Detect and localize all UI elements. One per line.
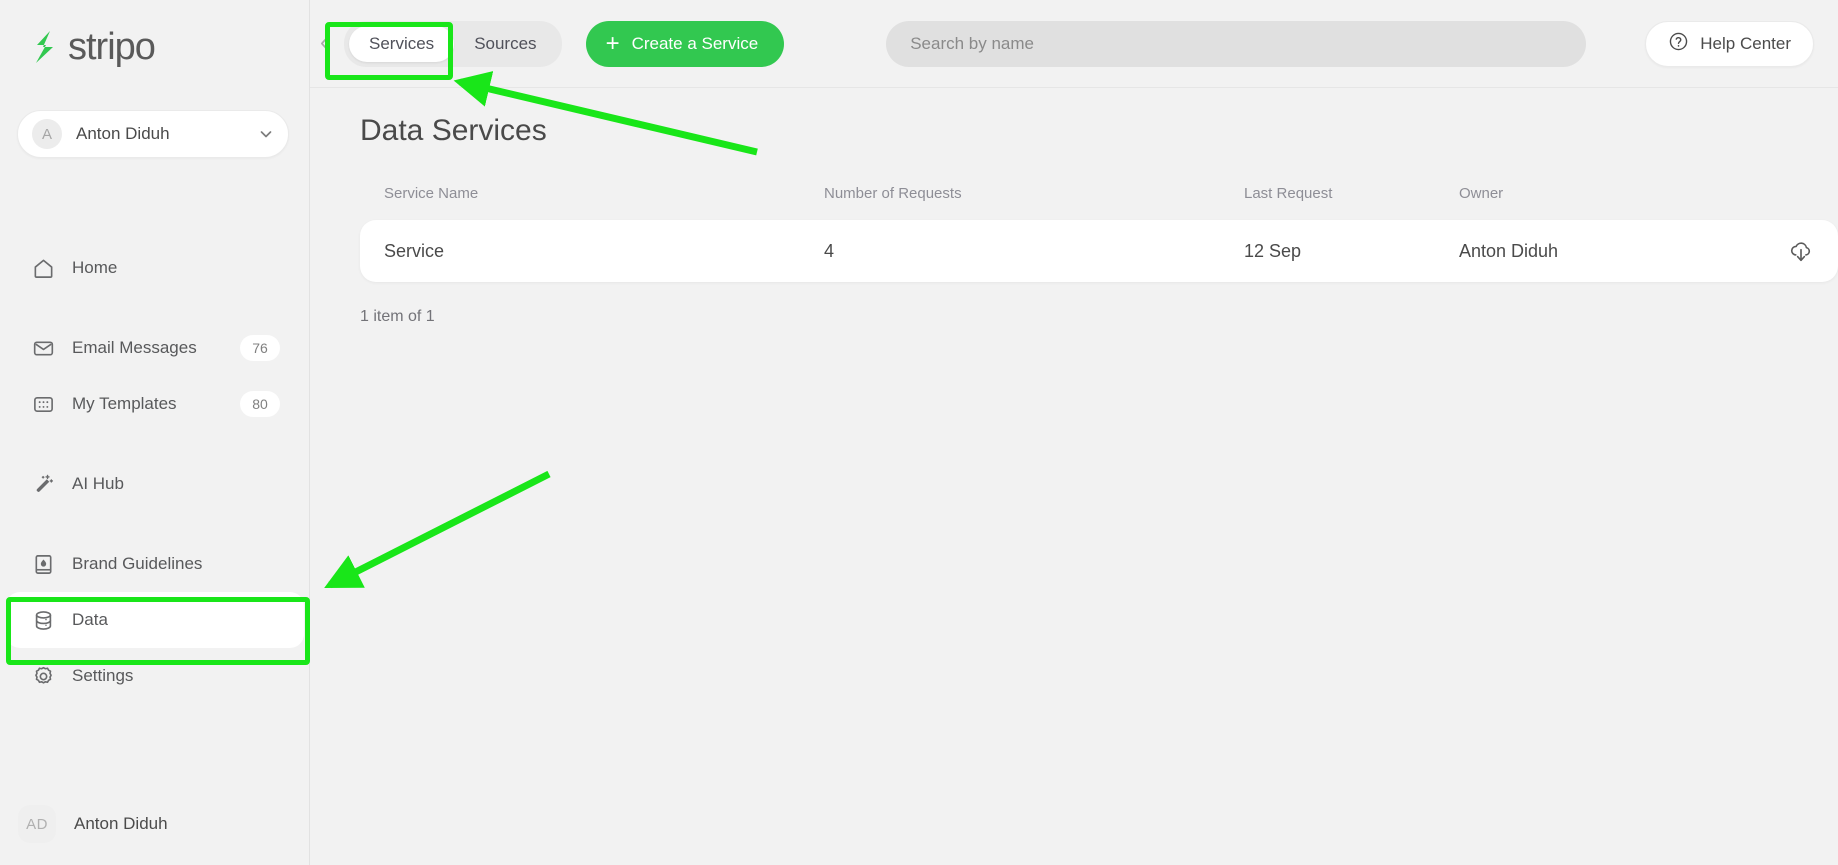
column-header-last-request: Last Request: [1244, 184, 1333, 202]
table-header-row: Service Name Number of Requests Last Req…: [360, 178, 1838, 208]
help-center-button[interactable]: Help Center: [1645, 20, 1814, 67]
gear-icon: [30, 663, 56, 689]
column-header-owner: Owner: [1459, 184, 1504, 202]
account-avatar: A: [32, 119, 62, 149]
top-bar: Services Sources + Create a Service Help…: [310, 0, 1838, 88]
sidebar-item-email-messages[interactable]: Email Messages 76: [6, 320, 304, 376]
book-brand-icon: [30, 551, 56, 577]
account-switcher[interactable]: A Anton Diduh: [17, 110, 289, 158]
search-input[interactable]: [910, 33, 1563, 54]
brand-name: stripo: [68, 26, 156, 68]
brand-logo[interactable]: stripo: [0, 0, 309, 72]
cell-service-name: Service: [384, 240, 445, 261]
table-row[interactable]: Service 4 12 Sep Anton Diduh: [360, 220, 1838, 282]
sidebar-item-label: Email Messages: [72, 338, 197, 357]
create-button-label: Create a Service: [631, 33, 759, 53]
column-header-number-of-requests: Number of Requests: [824, 184, 962, 202]
home-icon: [30, 255, 56, 281]
tab-sources[interactable]: Sources: [454, 26, 556, 62]
sidebar-item-settings[interactable]: Settings: [6, 648, 304, 704]
sidebar-item-home[interactable]: Home: [6, 240, 304, 296]
account-name: Anton Diduh: [76, 124, 170, 143]
sidebar-nav: Home Email Messages 76 My Templates 80 A…: [0, 240, 310, 728]
plus-icon: +: [605, 29, 620, 57]
sidebar-item-label: Data: [72, 610, 108, 629]
page-title: Data Services: [360, 114, 547, 147]
search-field[interactable]: [886, 20, 1587, 67]
sidebar-badge-my-templates: 80: [240, 391, 280, 417]
help-center-label: Help Center: [1700, 33, 1791, 53]
sidebar-item-label: Settings: [72, 666, 134, 685]
sidebar: stripo A Anton Diduh Home Email Messages…: [0, 0, 310, 865]
magic-wand-icon: [30, 471, 56, 497]
templates-grid-icon: [30, 391, 56, 417]
view-tabs: Services Sources: [344, 20, 562, 67]
create-a-service-button[interactable]: + Create a Service: [585, 20, 785, 67]
sidebar-item-data[interactable]: Data: [6, 592, 304, 648]
nav-group-content: Email Messages 76 My Templates 80: [0, 320, 310, 432]
nav-group-main: Home: [0, 240, 310, 296]
content-area: Data Services Service Name Number of Req…: [310, 88, 1838, 326]
stripo-logo-icon: [30, 30, 60, 64]
tab-services[interactable]: Services: [349, 25, 455, 62]
main-area: Services Sources + Create a Service Help…: [310, 0, 1838, 865]
column-header-service-name: Service Name: [384, 184, 479, 202]
envelope-icon: [30, 335, 56, 361]
sidebar-item-brand-guidelines[interactable]: Brand Guidelines: [6, 536, 304, 592]
cell-last-request: 12 Sep: [1244, 240, 1302, 261]
services-table: Service Name Number of Requests Last Req…: [360, 178, 1838, 282]
cell-actions: [1779, 238, 1814, 264]
nav-group-ai: AI Hub: [0, 456, 310, 512]
sidebar-user-name: Anton Diduh: [74, 814, 168, 833]
question-circle-icon: [1668, 31, 1689, 57]
sidebar-item-label: AI Hub: [72, 474, 124, 493]
chevron-down-icon: [258, 126, 274, 142]
nav-group-system: Brand Guidelines Data Settings: [0, 536, 310, 704]
database-icon: [30, 607, 56, 633]
item-count-label: 1 item of 1: [360, 308, 435, 325]
sidebar-item-label: Brand Guidelines: [72, 554, 203, 573]
sidebar-user-profile[interactable]: AD Anton Diduh: [18, 805, 168, 843]
avatar: AD: [18, 805, 56, 843]
sidebar-badge-email-messages: 76: [240, 335, 280, 361]
sidebar-item-ai-hub[interactable]: AI Hub: [6, 456, 304, 512]
sidebar-item-label: My Templates: [72, 394, 177, 413]
sidebar-item-my-templates[interactable]: My Templates 80: [6, 376, 304, 432]
cell-number-of-requests: 4: [824, 240, 835, 261]
chevron-left-icon[interactable]: [306, 24, 342, 64]
cloud-download-icon[interactable]: [1788, 238, 1814, 264]
cell-owner: Anton Diduh: [1459, 240, 1559, 261]
app-root: stripo A Anton Diduh Home Email Messages…: [0, 0, 1838, 865]
sidebar-item-label: Home: [72, 258, 118, 277]
